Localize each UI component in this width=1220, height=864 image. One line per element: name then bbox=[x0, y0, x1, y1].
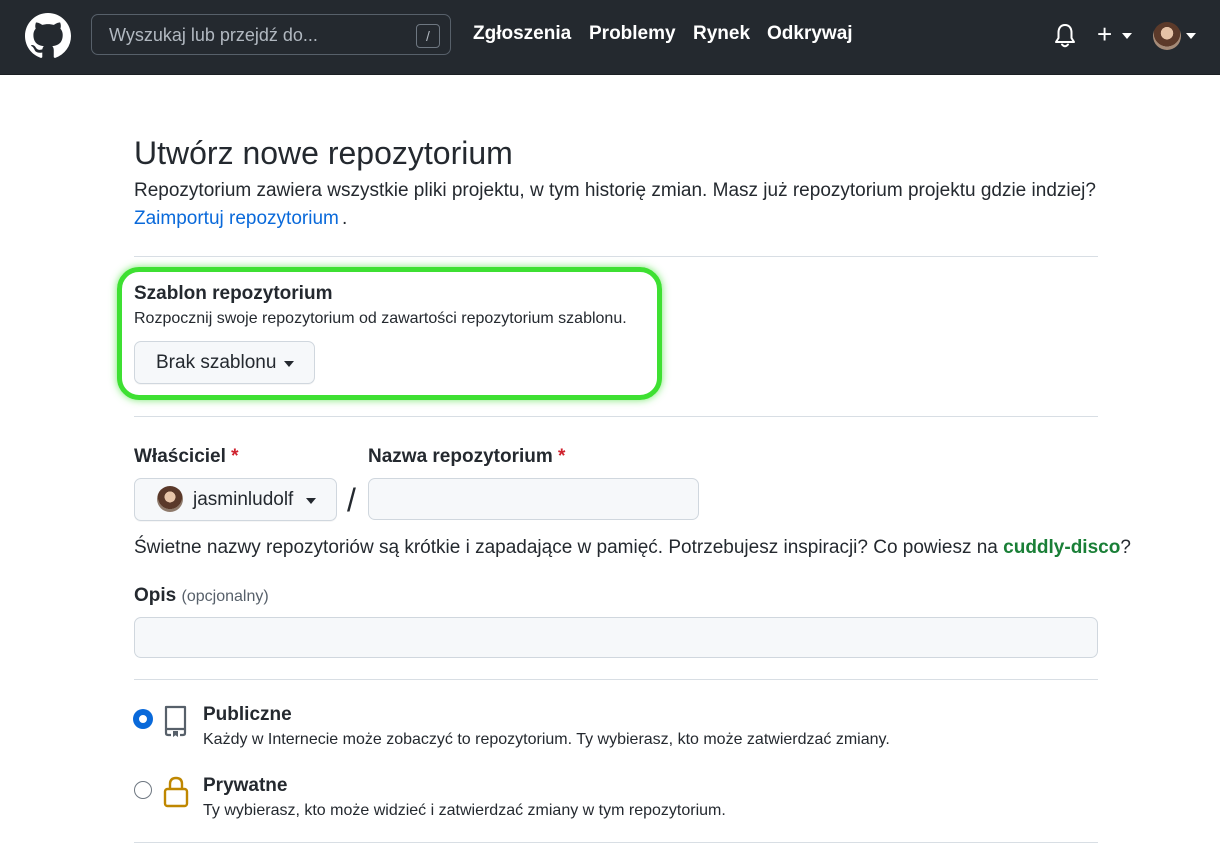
private-option-description: Ty wybierasz, kto może widzieć i zatwier… bbox=[203, 802, 726, 819]
private-radio[interactable] bbox=[134, 781, 152, 799]
public-option-title[interactable]: Publiczne bbox=[203, 704, 292, 726]
repo-name-hint-text: Świetne nazwy repozytoriów są krótkie i … bbox=[134, 537, 1004, 558]
repo-name-label: Nazwa repozytorium * bbox=[368, 446, 565, 468]
owner-label-text: Właściciel bbox=[134, 446, 226, 467]
repo-name-required-mark: * bbox=[558, 446, 566, 467]
nav-explore[interactable]: Odkrywaj bbox=[767, 23, 853, 45]
repo-name-hint-suffix: ? bbox=[1120, 537, 1131, 558]
divider bbox=[134, 842, 1098, 843]
repo-name-label-text: Nazwa repozytorium bbox=[368, 446, 553, 467]
description-optional-note: (opcjonalny) bbox=[181, 588, 269, 605]
description-label: Opis (opcjonalny) bbox=[134, 585, 269, 607]
owner-repo-separator: / bbox=[347, 482, 356, 518]
repository-name-input[interactable] bbox=[368, 478, 699, 520]
divider bbox=[134, 679, 1098, 680]
description-label-text: Opis bbox=[134, 585, 177, 606]
repo-name-hint: Świetne nazwy repozytoriów są krótkie i … bbox=[134, 537, 1131, 559]
lock-icon bbox=[163, 776, 189, 808]
template-section-title: Szablon repozytorium bbox=[134, 283, 333, 304]
owner-avatar bbox=[157, 486, 183, 512]
private-option-title[interactable]: Prywatne bbox=[203, 775, 287, 797]
public-radio[interactable] bbox=[134, 710, 152, 728]
top-navigation-bar: Wyszukaj lub przejdź do... / Zgłoszenia … bbox=[0, 0, 1220, 75]
import-repository-link[interactable]: Zaimportuj repozytorium bbox=[134, 208, 339, 230]
nav-issues[interactable]: Problemy bbox=[589, 23, 676, 45]
user-avatar[interactable] bbox=[1153, 22, 1181, 50]
search-input[interactable]: Wyszukaj lub przejdź do... / bbox=[91, 14, 451, 55]
template-select-label: Brak szablonu bbox=[156, 352, 277, 373]
owner-label: Właściciel * bbox=[134, 446, 239, 468]
owner-select-value: jasminludolf bbox=[193, 489, 294, 510]
repo-icon bbox=[164, 705, 187, 737]
description-input[interactable] bbox=[134, 617, 1098, 658]
suggested-name-link[interactable]: cuddly-disco bbox=[1003, 537, 1120, 558]
template-select-button[interactable]: Brak szablonu bbox=[134, 341, 315, 384]
owner-required-mark: * bbox=[231, 446, 239, 467]
nav-marketplace[interactable]: Rynek bbox=[693, 23, 750, 45]
search-shortcut-key: / bbox=[416, 24, 440, 48]
chevron-down-icon bbox=[284, 361, 294, 367]
notifications-bell-icon[interactable] bbox=[1054, 23, 1076, 49]
search-placeholder: Wyszukaj lub przejdź do... bbox=[109, 25, 318, 45]
nav-pull-requests[interactable]: Zgłoszenia bbox=[473, 23, 571, 45]
create-new-plus-icon[interactable]: + bbox=[1097, 19, 1112, 49]
page-title: Utwórz nowe repozytorium bbox=[134, 135, 513, 171]
divider bbox=[134, 256, 1098, 257]
chevron-down-icon bbox=[306, 498, 316, 504]
divider bbox=[134, 416, 1098, 417]
user-menu-caret-icon[interactable] bbox=[1186, 33, 1196, 39]
public-option-description: Każdy w Internecie może zobaczyć to repo… bbox=[203, 731, 890, 748]
github-logo-icon[interactable] bbox=[25, 13, 71, 59]
create-new-caret-icon[interactable] bbox=[1122, 33, 1132, 39]
template-section-description: Rozpocznij swoje repozytorium od zawarto… bbox=[134, 310, 627, 327]
import-link-suffix: . bbox=[342, 208, 348, 229]
page-lead-text: Repozytorium zawiera wszystkie pliki pro… bbox=[134, 180, 1096, 201]
